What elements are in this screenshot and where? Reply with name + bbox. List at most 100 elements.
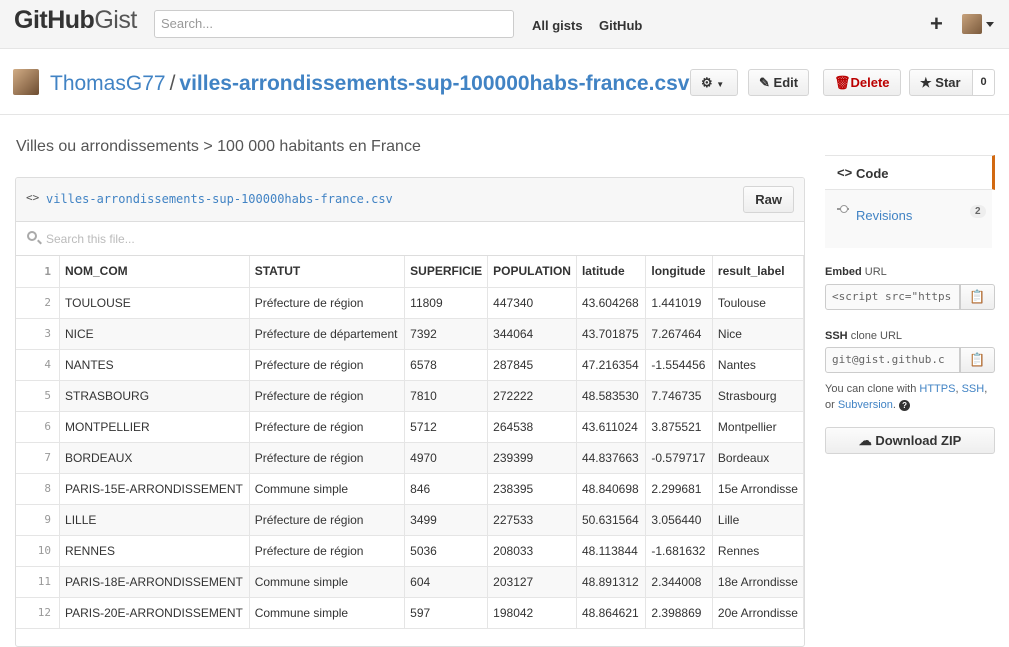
user-avatar[interactable] [962,14,982,34]
column-header: NOM_COM [59,256,250,288]
ssh-url-input[interactable]: git@gist.github.c [825,347,960,373]
table-row: 10 RENNES Préfecture de région 5036 208033 48… [16,535,804,567]
line-number[interactable]: 11 [16,566,61,598]
line-number[interactable]: 1 [16,256,61,288]
table-cell: 227533 [487,504,577,536]
file-search[interactable]: Search this file... [16,222,804,256]
embed-url-input[interactable]: <script src="https [825,284,960,310]
tab-code[interactable]: <> Code [825,155,995,190]
ssh-label: SSH clone URL [825,330,903,342]
table-cell: -1.554456 [645,349,713,381]
column-header: result_label [712,256,804,288]
table-cell: PARIS-20E-ARRONDISSEMENT [59,597,250,629]
all-gists-link[interactable]: All gists [532,18,583,33]
table-row: 2 TOULOUSE Préfecture de région 11809 447340… [16,287,804,319]
embed-label: Embed URL [825,266,887,278]
table-cell: 2.344008 [645,566,713,598]
edit-label: Edit [773,75,799,90]
star-button[interactable]: ★ Star [909,69,973,96]
ssh-url-field: git@gist.github.c 📋 [825,347,995,373]
question-icon[interactable]: ? [899,399,911,411]
gist-title: ThomasG77/villes-arrondissements-sup-100… [50,72,689,96]
plus-icon[interactable]: + [930,11,943,37]
pencil-icon: ✎ [759,75,770,90]
file-search-input[interactable]: Search this file... [46,232,135,246]
table-cell: 597 [404,597,489,629]
table-cell: RENNES [59,535,250,567]
line-number[interactable]: 9 [16,504,61,536]
search-input[interactable]: Search... [154,10,514,38]
table-row: 3 NICE Préfecture de département 7392 344064… [16,318,804,350]
line-number[interactable]: 8 [16,473,61,505]
table-cell: 48.583530 [576,380,647,412]
table-cell: 2.299681 [645,473,713,505]
delete-button[interactable]: 🗑Delete [823,69,901,96]
line-number[interactable]: 10 [16,535,61,567]
tab-code-label: Code [856,166,889,181]
search-icon [27,231,37,241]
table-cell: 3499 [404,504,489,536]
chevron-down-icon[interactable] [986,22,994,27]
table-cell: MONTPELLIER [59,411,250,443]
table-cell: Préfecture de région [249,287,406,319]
raw-button[interactable]: Raw [743,186,794,213]
line-number[interactable]: 5 [16,380,61,412]
subversion-link[interactable]: Subversion [838,399,893,411]
table-cell: STRASBOURG [59,380,250,412]
line-number[interactable]: 12 [16,597,61,629]
owner-link[interactable]: ThomasG77 [50,72,166,95]
table-cell: 48.840698 [576,473,647,505]
table-cell: 18e Arrondisse [712,566,804,598]
table-cell: 43.604268 [576,287,647,319]
clipboard-icon[interactable]: 📋 [960,347,995,373]
ssh-link[interactable]: SSH [962,383,985,395]
table-cell: 344064 [487,318,577,350]
table-cell: 15e Arrondisse [712,473,804,505]
table-cell: 6578 [404,349,489,381]
gist-name-link[interactable]: villes-arrondissements-sup-100000habs-fr… [179,72,689,95]
table-cell: 3.056440 [645,504,713,536]
table-cell: Strasbourg [712,380,804,412]
table-cell: 11809 [404,287,489,319]
table-cell: Nice [712,318,804,350]
table-cell: Préfecture de département [249,318,406,350]
tab-revisions[interactable]: Revisions 2 [825,190,995,248]
table-cell: 5036 [404,535,489,567]
github-gist-logo[interactable]: GitHubGist [14,6,137,35]
download-zip-button[interactable]: ☁ Download ZIP [825,427,995,454]
table-cell: 5712 [404,411,489,443]
table-row: 9 LILLE Préfecture de région 3499 227533 50.6… [16,504,804,536]
edit-button[interactable]: ✎ Edit [748,69,810,96]
top-header: GitHubGist Search... All gists GitHub + [0,0,1009,49]
tab-revisions-label: Revisions [856,208,913,223]
table-cell: 3.875521 [645,411,713,443]
table-cell: 7810 [404,380,489,412]
line-number[interactable]: 4 [16,349,61,381]
table-cell: 198042 [487,597,577,629]
line-number[interactable]: 3 [16,318,61,350]
table-row: 12 PARIS-20E-ARRONDISSEMENT Commune simple… [16,597,804,629]
line-number[interactable]: 2 [16,287,61,319]
table-row: 11 PARIS-18E-ARRONDISSEMENT Commune simple… [16,566,804,598]
table-cell: Bordeaux [712,442,804,474]
https-link[interactable]: HTTPS [919,383,955,395]
settings-button[interactable]: ⚙ ▼ [690,69,738,96]
github-link[interactable]: GitHub [599,18,642,33]
table-cell: 43.611024 [576,411,647,443]
clipboard-icon[interactable]: 📋 [960,284,995,310]
line-number[interactable]: 7 [16,442,61,474]
owner-avatar[interactable] [13,69,39,95]
table-cell: Préfecture de région [249,380,406,412]
table-cell: Préfecture de région [249,349,406,381]
cloud-download-icon: ☁ [858,433,872,448]
table-cell: 48.864621 [576,597,647,629]
table-cell: Toulouse [712,287,804,319]
star-count[interactable]: 0 [973,69,995,96]
table-cell: 7.267464 [645,318,713,350]
file-name-link[interactable]: villes-arrondissements-sup-100000habs-fr… [46,192,393,206]
star-icon: ★ [920,75,932,90]
column-header: longitude [645,256,713,288]
table-cell: 239399 [487,442,577,474]
table-row: 7 BORDEAUX Préfecture de région 4970 239399 4… [16,442,804,474]
line-number[interactable]: 6 [16,411,61,443]
